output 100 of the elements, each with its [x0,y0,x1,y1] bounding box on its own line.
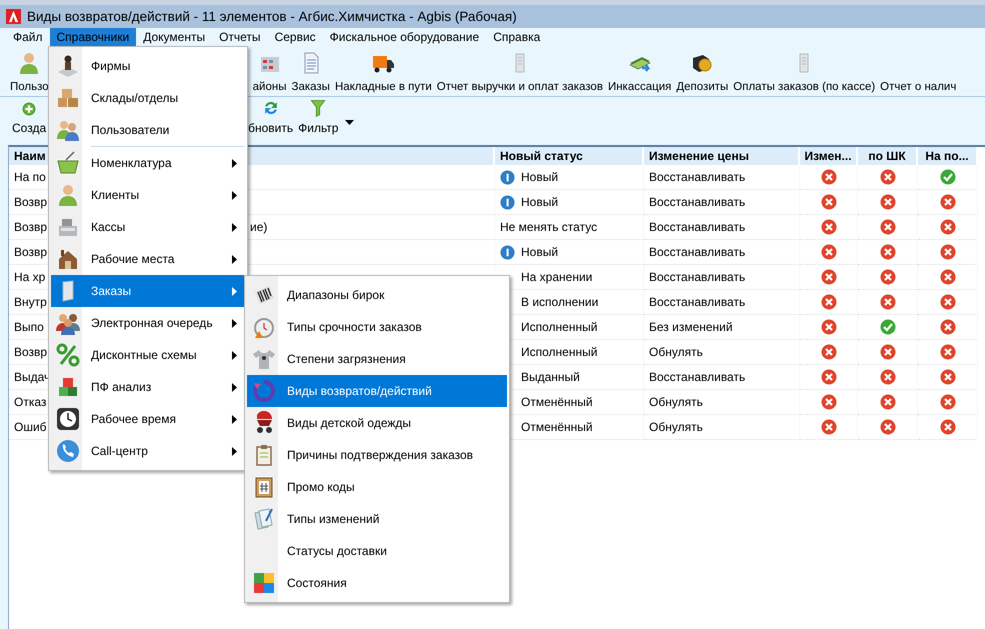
menu-item[interactable]: Виды детской одежды [247,407,507,439]
table-cell: Не менять статус [500,220,598,234]
menu-item[interactable]: Типы изменений [247,503,507,535]
table-cell: Обнулять [649,345,703,359]
table-cell: Возвр [14,245,48,259]
dropdown-caret-icon[interactable] [345,120,354,124]
table-cell: На хранении [521,270,592,284]
toolbar-button[interactable]: Депозиты [676,49,728,96]
column-header[interactable]: Измен... [800,147,858,165]
table-cell: Отказ [14,395,46,409]
clock-icon [56,407,80,431]
table-cell: На по [14,170,46,184]
menu-item[interactable]: Статусы доставки [247,535,507,567]
table-cell: Обнулять [649,420,703,434]
menu-bar-item[interactable]: Сервис [268,28,323,46]
stopwatch-icon [252,315,276,339]
tshirt-icon [252,347,276,371]
menu-bar-item[interactable]: Документы [136,28,212,46]
table-cell: Исполненный [521,320,598,334]
app-logo-icon [6,9,21,24]
action-button[interactable]: Созда [12,100,46,143]
table-cell: Отменённый [521,395,593,409]
table-cell: Новый [521,195,558,209]
percent-icon [56,343,80,367]
table-cell: Восстанавливать [649,370,746,384]
stamp-icon [56,54,80,78]
menu-item[interactable]: Пользователи [51,114,245,146]
menu-item[interactable]: Промо коды [247,471,507,503]
menu-item[interactable]: Причины подтверждения заказов [247,439,507,471]
menu-bar-item[interactable]: Справка [486,28,548,46]
menu-item[interactable]: Виды возвратов/действий [247,375,507,407]
menu-item[interactable]: Клиенты [51,179,245,211]
table-cell: Исполненный [521,345,598,359]
table-cell: Внутр [14,295,47,309]
menu-item[interactable]: Состояния [247,567,507,599]
circular-arrow-icon [252,379,276,403]
column-header[interactable]: по ШК [858,147,918,165]
menu-item[interactable]: Заказы [51,275,245,307]
people-icon [56,311,80,335]
menu-item[interactable]: Диапазоны бирок [247,279,507,311]
menu-bar-item[interactable]: Фискальное оборудование [322,28,486,46]
users-icon [56,118,80,142]
plus-icon [20,100,38,118]
table-cell: Восстанавливать [649,220,746,234]
action-button[interactable]: Фильтр [298,98,338,143]
table-cell: Возвр [14,195,48,209]
menu-item[interactable]: Call-центр [51,435,245,467]
cubes-icon [56,375,80,399]
table-cell: Ошиб [14,420,47,434]
menu-item[interactable]: Кассы [51,211,245,243]
column-header[interactable]: Новый статус [495,147,644,165]
window-title: Виды возвратов/действий - 11 элементов - Агбис.Химчистка - Agbis (Рабочая) [27,9,517,24]
action-button[interactable]: бновить [248,98,294,143]
toolbar-button[interactable]: Инкассация [608,49,672,96]
menu-item[interactable]: Типы срочности заказов [247,311,507,343]
menu-item[interactable]: Степени загрязнения [247,343,507,375]
table-cell: В исполнении [521,295,598,309]
table-cell: Восстанавливать [649,195,746,209]
table-cell: На хр [14,270,46,284]
table-cell: Возвр [14,220,48,234]
column-header[interactable]: Изменение цены [644,147,800,165]
toolbar-button[interactable]: Отчет о налич [880,49,956,96]
table-cell: Обнулять [649,395,703,409]
table-cell: ие) [250,220,268,234]
filter-icon [308,98,328,118]
menu-item[interactable]: Рабочее время [51,403,245,435]
table-cell: Восстанавливать [649,270,746,284]
menu-item[interactable]: Дисконтные схемы [51,339,245,371]
menu-bar-item[interactable]: Файл [6,28,50,46]
basket-icon [56,151,80,175]
toolbar-button[interactable]: Накладные в пути [334,49,432,96]
table-cell: Новый [521,245,558,259]
puzzle-icon [252,571,276,595]
table-cell: Без изменений [649,320,733,334]
boxes-icon [56,86,80,110]
menu-item[interactable]: Фирмы [51,50,245,82]
menu-item[interactable]: Электронная очередь [51,307,245,339]
table-cell: Восстанавливать [649,245,746,259]
table-cell: Выданный [521,370,580,384]
table-cell: Отменённый [521,420,593,434]
menu-bar-item[interactable]: Справочники [50,28,136,46]
house-icon [56,247,80,271]
menu-item[interactable]: Рабочие места [51,243,245,275]
barcode-icon [252,283,276,307]
table-cell: Восстанавливать [649,170,746,184]
toolbar-button[interactable]: Заказы [292,49,330,96]
table-cell: Возвр [14,345,48,359]
table-cell: Восстанавливать [649,295,746,309]
user-icon [56,183,80,207]
toolbar-button[interactable]: Отчет выручки и оплат заказов [436,49,603,96]
toolbar-button[interactable]: айоны [252,49,286,96]
menu-item[interactable]: Склады/отделы [51,82,245,114]
phone-icon [56,439,80,463]
table-cell: Новый [521,170,558,184]
menu-bar-item[interactable]: Отчеты [212,28,268,46]
toolbar-button[interactable]: Оплаты заказов (по кассе) [733,49,876,96]
column-header[interactable]: На по... [918,147,978,165]
toolbar-button[interactable]: Пользо [10,49,49,96]
menu-item[interactable]: ПФ анализ [51,371,245,403]
table-cell: Выпо [14,320,44,334]
